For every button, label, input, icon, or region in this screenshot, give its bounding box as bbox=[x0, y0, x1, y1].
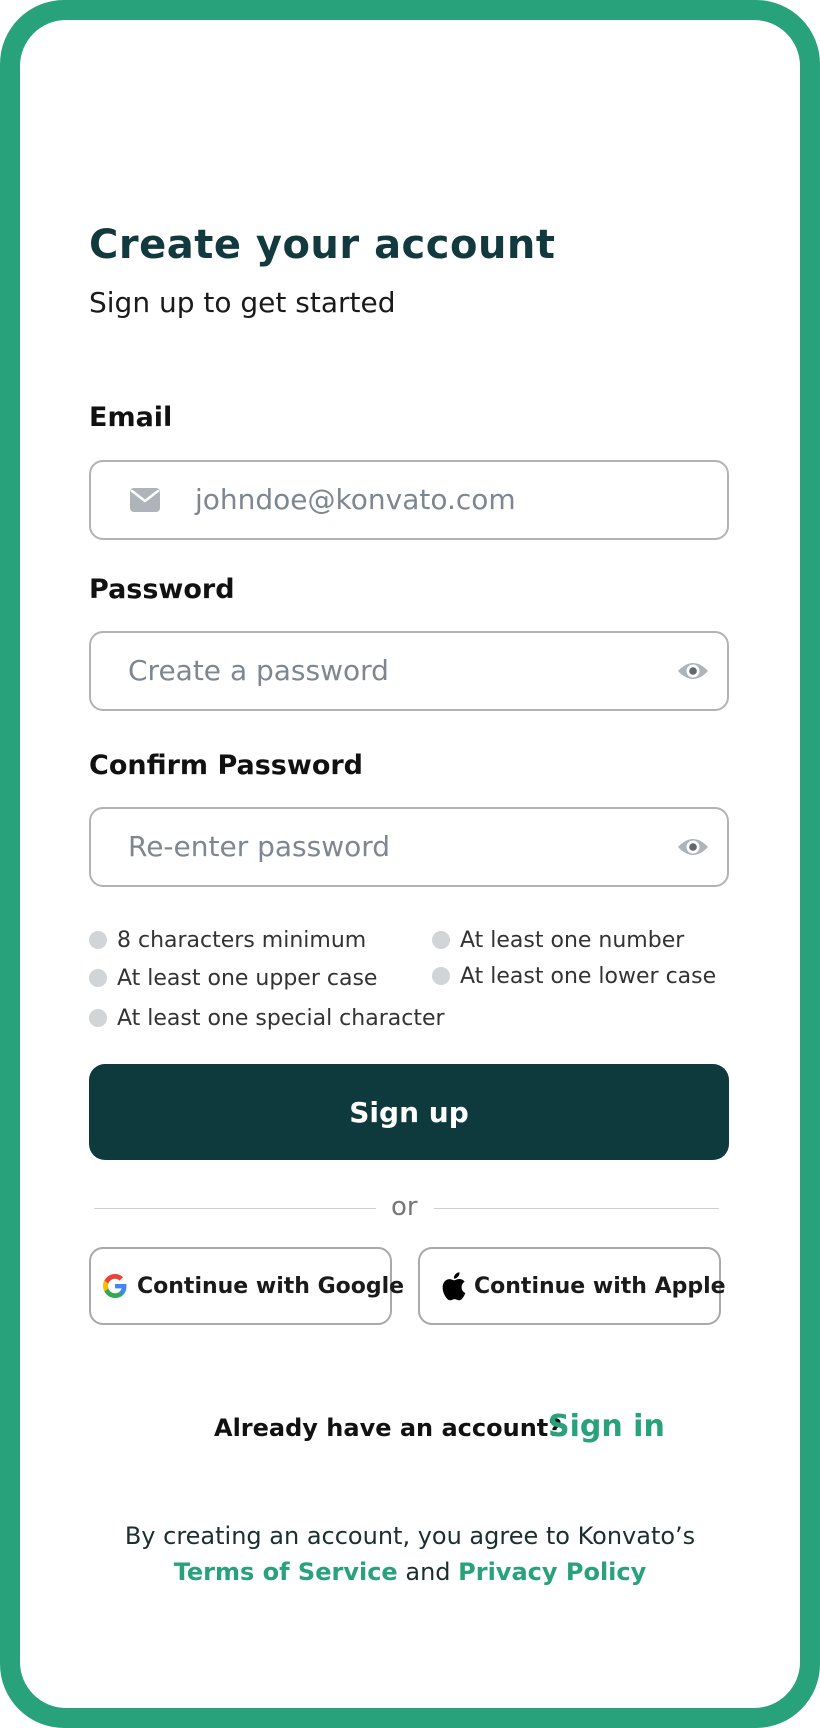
password-field[interactable]: Create a password bbox=[89, 631, 729, 711]
mail-icon bbox=[129, 486, 161, 518]
requirement-status-dot bbox=[89, 1009, 107, 1027]
email-placeholder: johndoe@konvato.com bbox=[195, 483, 516, 516]
legal-statement: By creating an account, you agree to Kon… bbox=[124, 1522, 696, 1550]
requirement-item: At least one special character bbox=[89, 1006, 445, 1031]
privacy-policy-link[interactable]: Privacy Policy bbox=[458, 1558, 646, 1586]
sign-up-button[interactable]: Sign up bbox=[89, 1064, 729, 1160]
requirement-status-dot bbox=[89, 969, 107, 987]
requirement-item: 8 characters minimum bbox=[89, 928, 366, 953]
legal-links: Terms of Service and Privacy Policy bbox=[20, 1554, 800, 1590]
divider-line bbox=[434, 1208, 719, 1209]
terms-of-service-link[interactable]: Terms of Service bbox=[174, 1558, 398, 1586]
requirement-item: At least one lower case bbox=[432, 964, 716, 989]
requirement-item: At least one upper case bbox=[89, 966, 377, 991]
email-field[interactable]: johndoe@konvato.com bbox=[89, 460, 729, 540]
eye-icon[interactable] bbox=[676, 657, 710, 689]
google-signin-button[interactable]: Continue with Google bbox=[89, 1247, 404, 1325]
requirement-status-dot bbox=[432, 967, 450, 985]
apple-button-label: Continue with Apple bbox=[474, 1273, 726, 1299]
password-label: Password bbox=[89, 574, 235, 605]
apple-signin-button[interactable]: Continue with Apple bbox=[418, 1247, 726, 1325]
requirement-item: At least one number bbox=[432, 928, 684, 953]
confirm-password-field[interactable]: Re-enter password bbox=[89, 807, 729, 887]
divider-label: or bbox=[391, 1192, 418, 1222]
signin-link[interactable]: Sign in bbox=[548, 1409, 665, 1444]
confirm-password-placeholder: Re-enter password bbox=[128, 830, 391, 863]
eye-icon[interactable] bbox=[676, 833, 710, 865]
requirement-status-dot bbox=[89, 931, 107, 949]
requirement-status-dot bbox=[432, 931, 450, 949]
legal-text: By creating an account, you agree to Kon… bbox=[20, 1518, 800, 1590]
apple-icon bbox=[440, 1271, 466, 1301]
signin-prompt-text: Already have an account? bbox=[214, 1414, 563, 1442]
page-title: Create your account bbox=[89, 222, 556, 268]
divider-line bbox=[94, 1208, 376, 1209]
email-label: Email bbox=[89, 402, 173, 433]
legal-conjunction: and bbox=[405, 1558, 451, 1586]
google-icon bbox=[101, 1272, 129, 1300]
password-placeholder: Create a password bbox=[128, 654, 389, 687]
confirm-password-label: Confirm Password bbox=[89, 750, 364, 781]
google-button-label: Continue with Google bbox=[137, 1273, 405, 1299]
page-subtitle: Sign up to get started bbox=[89, 286, 396, 319]
